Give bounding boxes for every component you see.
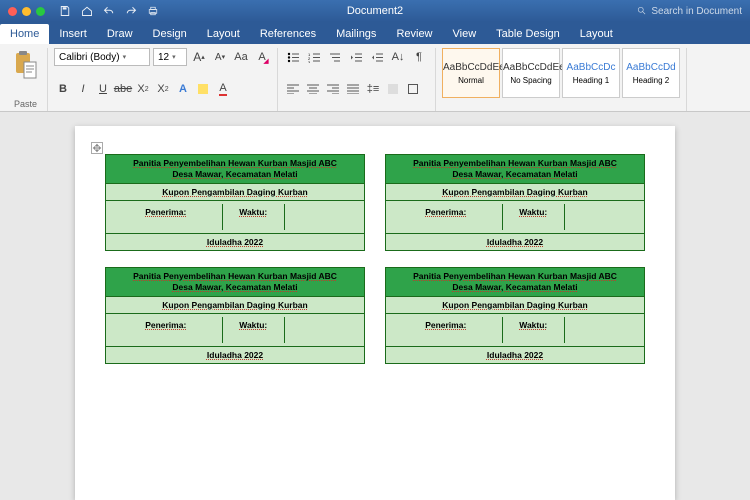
coupon-footer: Iduladha 2022 xyxy=(106,234,364,250)
line-spacing-icon[interactable]: ‡≡ xyxy=(364,80,382,98)
redo-icon[interactable] xyxy=(125,5,137,17)
tab-review[interactable]: Review xyxy=(386,24,442,44)
tab-references[interactable]: References xyxy=(250,24,326,44)
coupon-footer: Iduladha 2022 xyxy=(386,347,644,363)
coupon-fields: Penerima:Waktu: xyxy=(106,201,364,234)
shading-icon[interactable] xyxy=(384,80,402,98)
coupon-header: Panitia Penyembelihan Hewan Kurban Masji… xyxy=(106,155,364,184)
cards-grid: Panitia Penyembelihan Hewan Kurban Masji… xyxy=(105,154,645,364)
shrink-font-icon[interactable]: A▾ xyxy=(211,48,229,66)
underline-button[interactable]: U xyxy=(94,80,112,98)
tab-layout[interactable]: Layout xyxy=(570,24,623,44)
strike-button[interactable]: abe xyxy=(114,80,132,98)
quick-access-toolbar xyxy=(59,5,159,17)
borders-icon[interactable] xyxy=(404,80,422,98)
bullets-icon[interactable] xyxy=(284,48,302,66)
tab-layout[interactable]: Layout xyxy=(197,24,250,44)
coupon-card: Panitia Penyembelihan Hewan Kurban Masji… xyxy=(105,154,365,251)
tab-view[interactable]: View xyxy=(443,24,487,44)
tab-mailings[interactable]: Mailings xyxy=(326,24,386,44)
search-box[interactable]: Search in Document xyxy=(637,6,742,17)
document-title: Document2 xyxy=(347,5,403,17)
italic-button[interactable]: I xyxy=(74,80,92,98)
font-size-select[interactable]: 12▾ xyxy=(153,48,187,66)
coupon-subtitle: Kupon Pengambilan Daging Kurban xyxy=(106,297,364,314)
autosave-icon[interactable] xyxy=(59,5,71,17)
dec-indent-icon[interactable] xyxy=(347,48,365,66)
ribbon-tabs: HomeInsertDrawDesignLayoutReferencesMail… xyxy=(0,22,750,44)
paste-icon[interactable] xyxy=(14,50,38,80)
font-group: Calibri (Body)▾ 12▾ A▴ A▾ Aa A◢ B I U ab… xyxy=(48,48,278,111)
tab-home[interactable]: Home xyxy=(0,24,49,44)
align-center-icon[interactable] xyxy=(304,80,322,98)
tab-table-design[interactable]: Table Design xyxy=(486,24,570,44)
minimize-icon[interactable] xyxy=(22,7,31,16)
page: ✥ Panitia Penyembelihan Hewan Kurban Mas… xyxy=(75,126,675,500)
styles-gallery[interactable]: AaBbCcDdEeNormalAaBbCcDdEeNo SpacingAaBb… xyxy=(442,48,680,98)
style-no-spacing[interactable]: AaBbCcDdEeNo Spacing xyxy=(502,48,560,98)
align-right-icon[interactable] xyxy=(324,80,342,98)
zoom-icon[interactable] xyxy=(36,7,45,16)
close-icon[interactable] xyxy=(8,7,17,16)
clear-format-icon[interactable]: A◢ xyxy=(253,48,271,66)
align-left-icon[interactable] xyxy=(284,80,302,98)
grow-font-icon[interactable]: A▴ xyxy=(190,48,208,66)
coupon-header: Panitia Penyembelihan Hewan Kurban Masji… xyxy=(386,155,644,184)
coupon-card: Panitia Penyembelihan Hewan Kurban Masji… xyxy=(385,267,645,364)
coupon-footer: Iduladha 2022 xyxy=(386,234,644,250)
numbering-icon[interactable]: 123 xyxy=(305,48,323,66)
coupon-fields: Penerima:Waktu: xyxy=(386,201,644,234)
titlebar: Document2 Search in Document xyxy=(0,0,750,22)
justify-icon[interactable] xyxy=(344,80,362,98)
style-heading-1[interactable]: AaBbCcDcHeading 1 xyxy=(562,48,620,98)
font-name-select[interactable]: Calibri (Body)▾ xyxy=(54,48,150,66)
paragraph-group: 123 A↓ ¶ ‡≡ xyxy=(278,48,436,111)
styles-group: AaBbCcDdEeNormalAaBbCcDdEeNo SpacingAaBb… xyxy=(436,48,687,111)
style-normal[interactable]: AaBbCcDdEeNormal xyxy=(442,48,500,98)
style-heading-2[interactable]: AaBbCcDdHeading 2 xyxy=(622,48,680,98)
tab-design[interactable]: Design xyxy=(143,24,197,44)
text-effects-icon[interactable]: A xyxy=(174,80,192,98)
inc-indent-icon[interactable] xyxy=(368,48,386,66)
change-case-icon[interactable]: Aa xyxy=(232,48,250,66)
coupon-footer: Iduladha 2022 xyxy=(106,347,364,363)
print-icon[interactable] xyxy=(147,5,159,17)
pilcrow-icon[interactable]: ¶ xyxy=(410,48,428,66)
coupon-card: Panitia Penyembelihan Hewan Kurban Masji… xyxy=(105,267,365,364)
search-icon xyxy=(637,6,647,16)
coupon-subtitle: Kupon Pengambilan Daging Kurban xyxy=(386,184,644,201)
coupon-header: Panitia Penyembelihan Hewan Kurban Masji… xyxy=(386,268,644,297)
document-canvas[interactable]: ✥ Panitia Penyembelihan Hewan Kurban Mas… xyxy=(0,112,750,500)
clipboard-group: Paste xyxy=(4,48,48,111)
bold-button[interactable]: B xyxy=(54,80,72,98)
ribbon: Paste Calibri (Body)▾ 12▾ A▴ A▾ Aa A◢ B … xyxy=(0,44,750,112)
home-icon[interactable] xyxy=(81,5,93,17)
font-color-icon[interactable]: A xyxy=(214,80,232,98)
coupon-subtitle: Kupon Pengambilan Daging Kurban xyxy=(386,297,644,314)
tab-draw[interactable]: Draw xyxy=(97,24,143,44)
sort-icon[interactable]: A↓ xyxy=(389,48,407,66)
svg-text:3: 3 xyxy=(308,60,311,63)
coupon-fields: Penerima:Waktu: xyxy=(106,314,364,347)
coupon-subtitle: Kupon Pengambilan Daging Kurban xyxy=(106,184,364,201)
superscript-button[interactable]: X2 xyxy=(154,80,172,98)
window-controls[interactable] xyxy=(0,7,45,16)
tab-insert[interactable]: Insert xyxy=(49,24,97,44)
coupon-card: Panitia Penyembelihan Hewan Kurban Masji… xyxy=(385,154,645,251)
coupon-header: Panitia Penyembelihan Hewan Kurban Masji… xyxy=(106,268,364,297)
undo-icon[interactable] xyxy=(103,5,115,17)
paste-label[interactable]: Paste xyxy=(14,99,37,111)
coupon-fields: Penerima:Waktu: xyxy=(386,314,644,347)
highlight-icon[interactable] xyxy=(194,80,212,98)
search-placeholder: Search in Document xyxy=(651,6,742,17)
subscript-button[interactable]: X2 xyxy=(134,80,152,98)
multilevel-icon[interactable] xyxy=(326,48,344,66)
table-anchor-icon[interactable]: ✥ xyxy=(91,142,103,154)
